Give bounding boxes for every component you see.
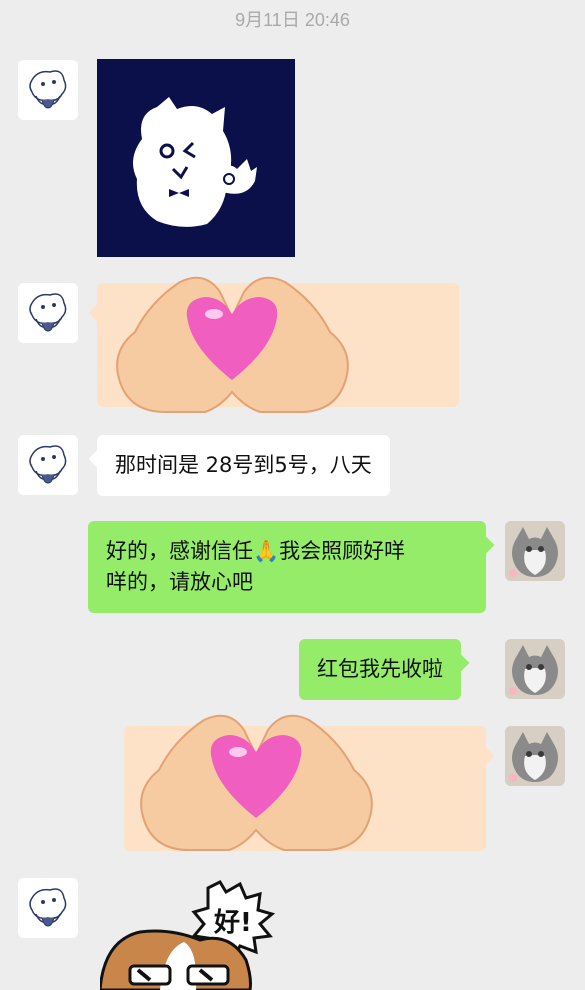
self-avatar[interactable] <box>505 521 565 581</box>
self-avatar[interactable] <box>505 639 565 699</box>
self-text-message[interactable]: 好的，感谢信任🙏我会照顾好咩 咩的，请放心吧 <box>88 521 495 613</box>
message-text-line-2: 咩的，请放心吧 <box>106 570 253 594</box>
message-text: 那时间是 28号到5号，八天 <box>115 453 372 477</box>
peer-avatar-drawing-icon <box>18 60 78 120</box>
peer-avatar[interactable] <box>18 60 78 120</box>
message-text-line-1: 好的，感谢信任🙏我会照顾好咩 <box>106 539 406 563</box>
message-text: 红包我先收啦 <box>317 657 443 681</box>
peer-avatar-drawing-icon <box>18 878 78 938</box>
cat-ok-sticker[interactable] <box>97 59 295 257</box>
peer-avatar-drawing-icon <box>18 435 78 495</box>
heart-hands-icon <box>140 714 373 851</box>
cat-ok-sticker-icon <box>97 59 295 257</box>
peer-text-message[interactable]: 那时间是 28号到5号，八天 <box>88 435 390 496</box>
message-timestamp: 9月11日 20:46 <box>235 10 350 30</box>
dog-ok-sticker-icon <box>100 880 276 990</box>
cat-photo-avatar-icon <box>505 639 565 699</box>
peer-avatar[interactable] <box>18 283 78 343</box>
dog-ok-sticker[interactable]: 好! <box>100 880 300 990</box>
sticker-text: 好! <box>214 908 252 938</box>
self-avatar[interactable] <box>505 726 565 786</box>
peer-avatar[interactable] <box>18 435 78 495</box>
peer-avatar[interactable] <box>18 878 78 938</box>
cat-photo-avatar-icon <box>505 726 565 786</box>
heart-hands-icon <box>116 276 349 413</box>
cat-photo-avatar-icon <box>505 521 565 581</box>
peer-avatar-drawing-icon <box>18 283 78 343</box>
self-text-message[interactable]: 红包我先收啦 <box>299 639 470 700</box>
chat-screen: 9月11日 20:46 那时间是 28号到5号，八天 好的，感谢信任🙏我会照顾好… <box>0 0 585 990</box>
